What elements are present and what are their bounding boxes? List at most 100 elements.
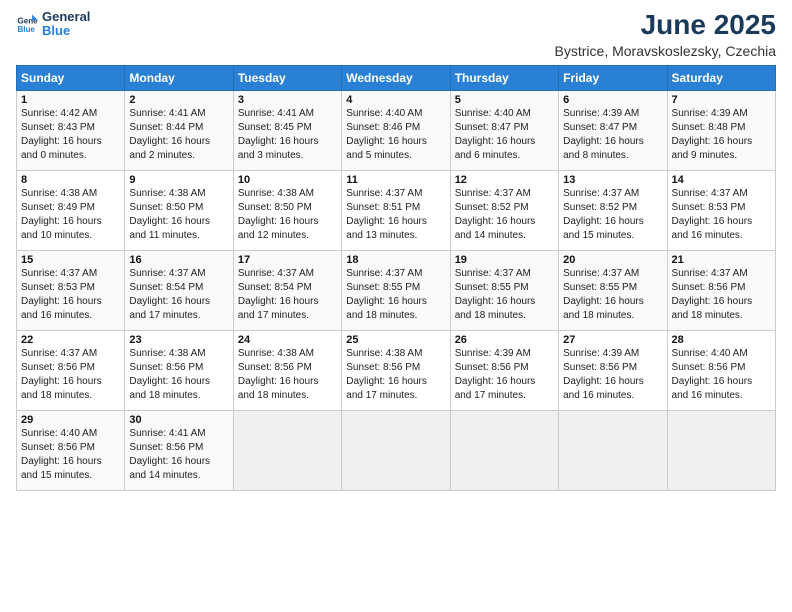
day-number: 12	[455, 174, 554, 186]
calendar-header-sunday: Sunday	[17, 65, 125, 90]
calendar-cell: 23Sunrise: 4:38 AMSunset: 8:56 PMDayligh…	[125, 330, 233, 410]
day-info: Sunrise: 4:39 AMSunset: 8:48 PMDaylight:…	[672, 107, 771, 163]
calendar-cell: 18Sunrise: 4:37 AMSunset: 8:55 PMDayligh…	[342, 250, 450, 330]
calendar-cell: 30Sunrise: 4:41 AMSunset: 8:56 PMDayligh…	[125, 410, 233, 490]
day-number: 15	[21, 254, 120, 266]
day-info: Sunrise: 4:42 AMSunset: 8:43 PMDaylight:…	[21, 107, 120, 163]
day-info: Sunrise: 4:37 AMSunset: 8:55 PMDaylight:…	[563, 267, 662, 323]
calendar-cell	[450, 410, 558, 490]
day-info: Sunrise: 4:37 AMSunset: 8:51 PMDaylight:…	[346, 187, 445, 243]
calendar-header-row: SundayMondayTuesdayWednesdayThursdayFrid…	[17, 65, 776, 90]
calendar-table: SundayMondayTuesdayWednesdayThursdayFrid…	[16, 65, 776, 491]
day-info: Sunrise: 4:37 AMSunset: 8:55 PMDaylight:…	[346, 267, 445, 323]
day-info: Sunrise: 4:41 AMSunset: 8:45 PMDaylight:…	[238, 107, 337, 163]
day-number: 8	[21, 174, 120, 186]
day-number: 29	[21, 414, 120, 426]
day-number: 6	[563, 94, 662, 106]
day-number: 10	[238, 174, 337, 186]
calendar-cell	[233, 410, 341, 490]
day-number: 28	[672, 334, 771, 346]
calendar-cell: 17Sunrise: 4:37 AMSunset: 8:54 PMDayligh…	[233, 250, 341, 330]
day-info: Sunrise: 4:39 AMSunset: 8:56 PMDaylight:…	[563, 347, 662, 403]
day-number: 13	[563, 174, 662, 186]
calendar-header-friday: Friday	[559, 65, 667, 90]
day-info: Sunrise: 4:38 AMSunset: 8:56 PMDaylight:…	[129, 347, 228, 403]
day-info: Sunrise: 4:38 AMSunset: 8:49 PMDaylight:…	[21, 187, 120, 243]
day-number: 18	[346, 254, 445, 266]
calendar-cell: 25Sunrise: 4:38 AMSunset: 8:56 PMDayligh…	[342, 330, 450, 410]
day-info: Sunrise: 4:41 AMSunset: 8:56 PMDaylight:…	[129, 427, 228, 483]
calendar-cell	[559, 410, 667, 490]
day-info: Sunrise: 4:41 AMSunset: 8:44 PMDaylight:…	[129, 107, 228, 163]
calendar-cell: 15Sunrise: 4:37 AMSunset: 8:53 PMDayligh…	[17, 250, 125, 330]
day-number: 4	[346, 94, 445, 106]
day-info: Sunrise: 4:37 AMSunset: 8:53 PMDaylight:…	[21, 267, 120, 323]
day-number: 16	[129, 254, 228, 266]
calendar-cell: 4Sunrise: 4:40 AMSunset: 8:46 PMDaylight…	[342, 90, 450, 170]
calendar-cell: 22Sunrise: 4:37 AMSunset: 8:56 PMDayligh…	[17, 330, 125, 410]
calendar-week-3: 15Sunrise: 4:37 AMSunset: 8:53 PMDayligh…	[17, 250, 776, 330]
header: General Blue General Blue June 2025 Byst…	[16, 10, 776, 59]
day-number: 17	[238, 254, 337, 266]
calendar-header-monday: Monday	[125, 65, 233, 90]
day-number: 27	[563, 334, 662, 346]
calendar-cell: 26Sunrise: 4:39 AMSunset: 8:56 PMDayligh…	[450, 330, 558, 410]
day-info: Sunrise: 4:40 AMSunset: 8:47 PMDaylight:…	[455, 107, 554, 163]
day-info: Sunrise: 4:37 AMSunset: 8:53 PMDaylight:…	[672, 187, 771, 243]
calendar-cell	[667, 410, 775, 490]
calendar-cell	[342, 410, 450, 490]
logo-text: General Blue	[42, 10, 90, 39]
day-number: 19	[455, 254, 554, 266]
day-number: 22	[21, 334, 120, 346]
day-info: Sunrise: 4:37 AMSunset: 8:56 PMDaylight:…	[21, 347, 120, 403]
calendar-header-tuesday: Tuesday	[233, 65, 341, 90]
day-number: 3	[238, 94, 337, 106]
day-number: 21	[672, 254, 771, 266]
calendar-cell: 5Sunrise: 4:40 AMSunset: 8:47 PMDaylight…	[450, 90, 558, 170]
logo-icon: General Blue	[16, 13, 38, 35]
day-info: Sunrise: 4:37 AMSunset: 8:56 PMDaylight:…	[672, 267, 771, 323]
calendar-cell: 20Sunrise: 4:37 AMSunset: 8:55 PMDayligh…	[559, 250, 667, 330]
day-info: Sunrise: 4:37 AMSunset: 8:54 PMDaylight:…	[129, 267, 228, 323]
calendar-cell: 2Sunrise: 4:41 AMSunset: 8:44 PMDaylight…	[125, 90, 233, 170]
day-number: 1	[21, 94, 120, 106]
day-info: Sunrise: 4:37 AMSunset: 8:52 PMDaylight:…	[563, 187, 662, 243]
calendar-week-1: 1Sunrise: 4:42 AMSunset: 8:43 PMDaylight…	[17, 90, 776, 170]
day-info: Sunrise: 4:37 AMSunset: 8:52 PMDaylight:…	[455, 187, 554, 243]
calendar-week-4: 22Sunrise: 4:37 AMSunset: 8:56 PMDayligh…	[17, 330, 776, 410]
calendar-cell: 29Sunrise: 4:40 AMSunset: 8:56 PMDayligh…	[17, 410, 125, 490]
day-number: 2	[129, 94, 228, 106]
calendar-week-2: 8Sunrise: 4:38 AMSunset: 8:49 PMDaylight…	[17, 170, 776, 250]
calendar-cell: 19Sunrise: 4:37 AMSunset: 8:55 PMDayligh…	[450, 250, 558, 330]
day-number: 14	[672, 174, 771, 186]
day-info: Sunrise: 4:38 AMSunset: 8:50 PMDaylight:…	[238, 187, 337, 243]
calendar-cell: 1Sunrise: 4:42 AMSunset: 8:43 PMDaylight…	[17, 90, 125, 170]
calendar-cell: 11Sunrise: 4:37 AMSunset: 8:51 PMDayligh…	[342, 170, 450, 250]
day-info: Sunrise: 4:38 AMSunset: 8:56 PMDaylight:…	[346, 347, 445, 403]
calendar-cell: 27Sunrise: 4:39 AMSunset: 8:56 PMDayligh…	[559, 330, 667, 410]
day-number: 26	[455, 334, 554, 346]
day-number: 5	[455, 94, 554, 106]
calendar-header-saturday: Saturday	[667, 65, 775, 90]
calendar-week-5: 29Sunrise: 4:40 AMSunset: 8:56 PMDayligh…	[17, 410, 776, 490]
calendar-header-wednesday: Wednesday	[342, 65, 450, 90]
day-info: Sunrise: 4:40 AMSunset: 8:46 PMDaylight:…	[346, 107, 445, 163]
calendar-cell: 16Sunrise: 4:37 AMSunset: 8:54 PMDayligh…	[125, 250, 233, 330]
day-number: 23	[129, 334, 228, 346]
calendar-cell: 8Sunrise: 4:38 AMSunset: 8:49 PMDaylight…	[17, 170, 125, 250]
calendar-cell: 24Sunrise: 4:38 AMSunset: 8:56 PMDayligh…	[233, 330, 341, 410]
day-info: Sunrise: 4:37 AMSunset: 8:54 PMDaylight:…	[238, 267, 337, 323]
day-number: 9	[129, 174, 228, 186]
main-title: June 2025	[555, 10, 776, 41]
logo: General Blue General Blue	[16, 10, 90, 39]
day-info: Sunrise: 4:38 AMSunset: 8:50 PMDaylight:…	[129, 187, 228, 243]
day-number: 7	[672, 94, 771, 106]
day-number: 20	[563, 254, 662, 266]
calendar-cell: 28Sunrise: 4:40 AMSunset: 8:56 PMDayligh…	[667, 330, 775, 410]
calendar-cell: 9Sunrise: 4:38 AMSunset: 8:50 PMDaylight…	[125, 170, 233, 250]
calendar-cell: 12Sunrise: 4:37 AMSunset: 8:52 PMDayligh…	[450, 170, 558, 250]
page: General Blue General Blue June 2025 Byst…	[0, 0, 792, 612]
calendar-cell: 14Sunrise: 4:37 AMSunset: 8:53 PMDayligh…	[667, 170, 775, 250]
day-info: Sunrise: 4:38 AMSunset: 8:56 PMDaylight:…	[238, 347, 337, 403]
calendar-cell: 3Sunrise: 4:41 AMSunset: 8:45 PMDaylight…	[233, 90, 341, 170]
